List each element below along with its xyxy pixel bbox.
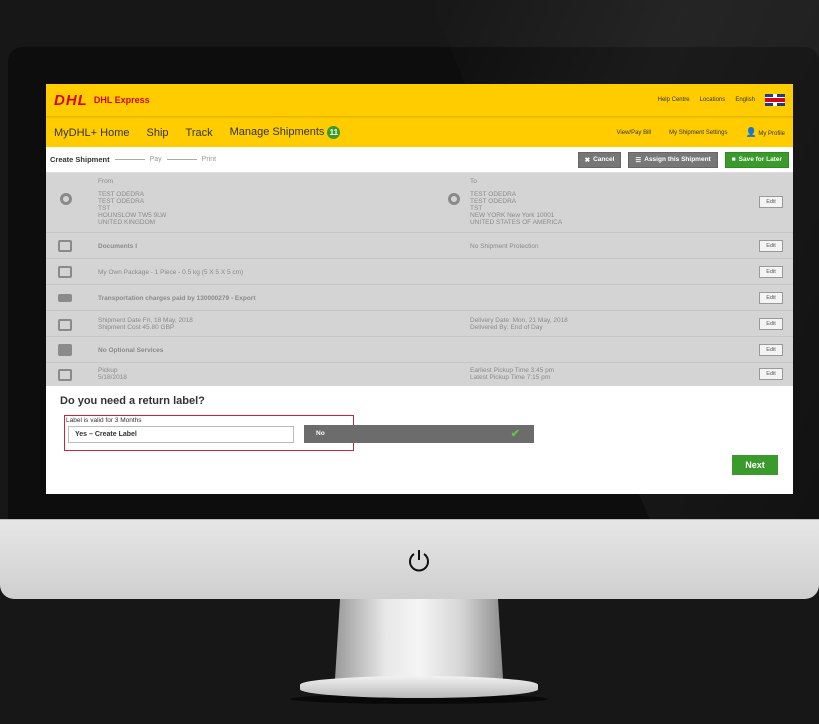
save-label: Save for Later	[738, 156, 782, 163]
from-address: TEST ODEDRA TEST ODEDRA TST HOUNSLOW TW5…	[98, 191, 167, 226]
edit-optional-services-button[interactable]: Edit	[759, 344, 783, 356]
no-option-label: No	[316, 430, 325, 437]
optional-services-bold: No Optional Services	[98, 347, 164, 354]
location-pin-icon	[448, 193, 460, 205]
step-pay: Pay	[149, 156, 162, 163]
label-validity-note: Label is valid for 3 Months	[66, 417, 142, 424]
from-label: From	[98, 178, 114, 185]
no-option-bar[interactable]: No ✔	[304, 425, 534, 443]
documents-text: Documents I	[98, 243, 137, 250]
help-centre-link[interactable]: Help Centre	[658, 97, 690, 103]
cancel-label: Cancel	[593, 156, 615, 163]
documents-icon	[58, 240, 72, 252]
assign-icon: ☰	[635, 156, 642, 164]
cancel-button[interactable]: ✖ Cancel	[577, 151, 622, 168]
nav-track[interactable]: Track	[186, 127, 213, 139]
edit-contents-button[interactable]: Edit	[759, 240, 783, 252]
pickup-text: Pickup 5/18/2018	[98, 367, 127, 381]
edit-package-button[interactable]: Edit	[759, 266, 783, 278]
billing-text: Transportation charges paid by 130000279…	[98, 295, 256, 302]
top-bar: DHL DHL Express Help Centre Locations En…	[46, 84, 793, 117]
cancel-icon: ✖	[584, 156, 591, 164]
yes-create-label-option[interactable]: Yes – Create Label	[68, 426, 294, 443]
delivery-date-text: Delivery Date: Mon, 21 May, 2018 Deliver…	[470, 317, 568, 331]
calendar-icon	[58, 319, 72, 331]
step-divider	[166, 159, 197, 160]
dhl-app-screen: DHL DHL Express Help Centre Locations En…	[46, 84, 793, 494]
optional-services-row: No Optional Services Edit	[46, 337, 793, 363]
step-divider	[114, 159, 145, 160]
package-row: My Own Package - 1 Piece - 0.5 kg (5 X 5…	[46, 259, 793, 285]
nav-ship[interactable]: Ship	[147, 127, 169, 139]
nav-home[interactable]: MyDHL+ Home	[54, 127, 130, 139]
monitor-base	[300, 676, 538, 698]
next-button[interactable]: Next	[732, 455, 778, 475]
assign-label: Assign this Shipment	[644, 156, 711, 163]
nav-manage-shipments[interactable]: Manage Shipments 11	[230, 126, 341, 139]
address-row: From TEST ODEDRA TEST ODEDRA TST HOUNSLO…	[46, 173, 793, 233]
pickup-truck-icon	[58, 369, 72, 381]
step-print: Print	[201, 156, 217, 163]
power-icon[interactable]	[406, 547, 432, 573]
shipment-date-text: Shipment Date Fri, 18 May, 2018 Shipment…	[98, 317, 193, 331]
nav-manage-label: Manage Shipments	[229, 126, 325, 138]
view-pay-bill-link[interactable]: View/Pay Bill	[617, 130, 652, 136]
shipment-settings-link[interactable]: My Shipment Settings	[669, 130, 727, 136]
plus-icon	[58, 344, 72, 356]
to-label: To	[470, 178, 477, 185]
pickup-times-text: Earliest Pickup Time 3:45 pm Latest Pick…	[470, 367, 555, 381]
brand-name: DHL Express	[93, 95, 150, 105]
edit-billing-button[interactable]: Edit	[759, 292, 783, 304]
package-text: My Own Package - 1 Piece - 0.5 kg (5 X 5…	[98, 269, 244, 276]
package-box-icon	[58, 266, 72, 278]
billing-row: Transportation charges paid by 130000279…	[46, 285, 793, 311]
locations-link[interactable]: Locations	[700, 97, 726, 103]
documents-bold: Documents I	[98, 243, 138, 250]
return-label-question: Do you need a return label?	[60, 395, 205, 407]
checkmark-icon: ✔	[510, 428, 520, 440]
edit-dates-button[interactable]: Edit	[759, 318, 783, 330]
monitor-stand	[335, 599, 503, 679]
uk-flag-icon[interactable]	[765, 94, 785, 106]
shipment-actions: ✖ Cancel ☰ Assign this Shipment ■ Save for …	[577, 151, 789, 168]
main-nav: MyDHL+ Home Ship Track Manage Shipments 1…	[46, 117, 793, 147]
user-icon: 👤	[745, 127, 757, 137]
protection-text: No Shipment Protection	[470, 243, 539, 250]
save-for-later-button[interactable]: ■ Save for Later	[724, 151, 789, 168]
shipment-summary: From TEST ODEDRA TEST ODEDRA TST HOUNSLO…	[46, 173, 793, 386]
billing-bold: Transportation charges paid by 130000279…	[98, 295, 256, 302]
return-label-section: Do you need a return label? Label is val…	[46, 387, 793, 494]
monitor-scene: DHL DHL Express Help Centre Locations En…	[0, 0, 819, 724]
nav-right: View/Pay Bill My Shipment Settings 👤 My …	[617, 127, 786, 138]
contents-row: Documents I No Shipment Protection Edit	[46, 233, 793, 259]
location-pin-icon	[60, 193, 72, 205]
dhl-logo[interactable]: DHL DHL Express	[54, 92, 150, 109]
save-icon: ■	[731, 156, 736, 163]
pickup-row: Pickup 5/18/2018 Earliest Pickup Time 3:…	[46, 363, 793, 386]
optional-services-text: No Optional Services	[98, 347, 163, 354]
my-profile-link[interactable]: 👤 My Profile	[745, 127, 785, 138]
dates-row: Shipment Date Fri, 18 May, 2018 Shipment…	[46, 311, 793, 337]
credit-card-icon	[58, 294, 72, 302]
assign-shipment-button[interactable]: ☰ Assign this Shipment	[628, 151, 718, 168]
top-links: Help Centre Locations English	[658, 94, 785, 106]
to-address: TEST ODEDRA TEST ODEDRA TST NEW YORK New…	[470, 191, 563, 226]
my-profile-label: My Profile	[758, 131, 785, 137]
step-create-shipment: Create Shipment	[50, 155, 110, 164]
shipments-count-badge: 11	[327, 126, 341, 139]
progress-steps: Create Shipment Pay Print ✖ Cancel ☰ Assig…	[46, 147, 793, 173]
dhl-logo-mark: DHL	[54, 91, 88, 109]
language-link[interactable]: English	[735, 97, 755, 103]
edit-pickup-button[interactable]: Edit	[759, 368, 783, 380]
edit-address-button[interactable]: Edit	[759, 196, 783, 208]
